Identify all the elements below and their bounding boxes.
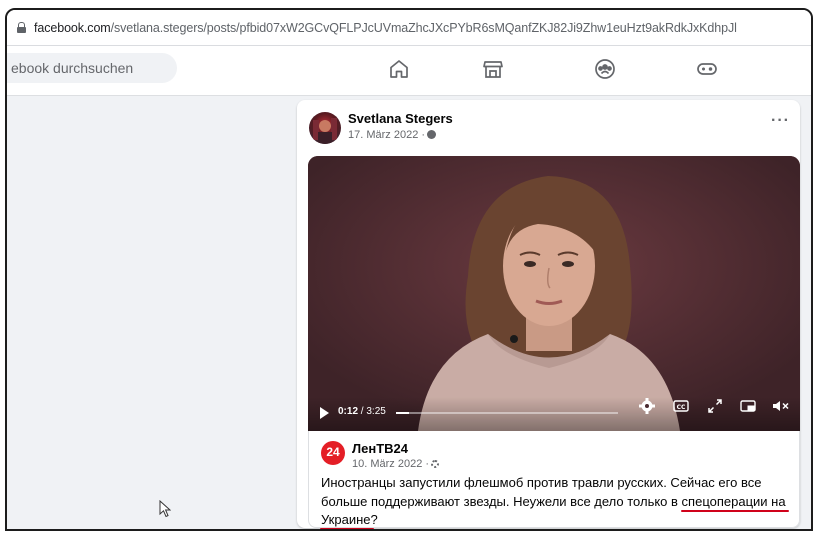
shared-post-text: Иностранцы запустили флешмоб против трав… [321, 475, 786, 527]
mouse-cursor-icon [159, 500, 171, 518]
home-icon[interactable] [387, 57, 411, 81]
shared-post[interactable]: 24 ЛенТВ24 10. März 2022 · Иностранцы за… [308, 431, 800, 528]
post-card: Svetlana Stegers 17. März 2022 · ··· 0:1… [297, 100, 800, 528]
post-author[interactable]: Svetlana Stegers [348, 111, 453, 126]
captions-icon[interactable]: CC [672, 397, 690, 415]
gaming-icon[interactable] [695, 57, 719, 81]
mute-icon[interactable] [771, 397, 791, 415]
more-options-button[interactable]: ··· [771, 112, 790, 130]
globe-icon [427, 130, 437, 139]
play-icon[interactable] [320, 407, 329, 419]
avatar[interactable] [309, 112, 341, 144]
address-bar[interactable]: facebook.com/svetlana.stegers/posts/pfbi… [7, 10, 811, 46]
post-date[interactable]: 17. März 2022 · [348, 129, 437, 141]
video-progress-bar[interactable] [396, 412, 618, 414]
video-time: 0:12 / 3:25 [338, 406, 386, 417]
shared-post-date[interactable]: 10. März 2022 · [352, 458, 440, 470]
groups-icon[interactable] [593, 57, 617, 81]
browser-window: facebook.com/svetlana.stegers/posts/pfbi… [5, 8, 813, 531]
picture-in-picture-icon[interactable] [739, 397, 757, 415]
shared-post-author[interactable]: ЛенТВ24 [352, 441, 408, 456]
video-controls: 0:12 / 3:25 CC [308, 397, 800, 431]
url-text[interactable]: facebook.com/svetlana.stegers/posts/pfbi… [34, 21, 737, 35]
facebook-top-nav: ebook durchsuchen [7, 46, 811, 96]
underlined-phrase: спецоперации на [681, 493, 786, 509]
svg-text:CC: CC [677, 404, 686, 411]
underlined-word: Украине [321, 512, 371, 527]
video-progress-fill [396, 412, 410, 414]
marketplace-icon[interactable] [481, 57, 505, 81]
settings-gear-icon[interactable] [638, 397, 656, 415]
lock-icon [17, 22, 26, 33]
lentv24-logo[interactable]: 24 [321, 441, 345, 465]
video-frame [308, 156, 800, 431]
video-player[interactable]: 0:12 / 3:25 CC [308, 156, 800, 431]
audience-icon [431, 460, 440, 468]
search-input[interactable]: ebook durchsuchen [7, 53, 177, 83]
fullscreen-icon[interactable] [706, 397, 724, 415]
